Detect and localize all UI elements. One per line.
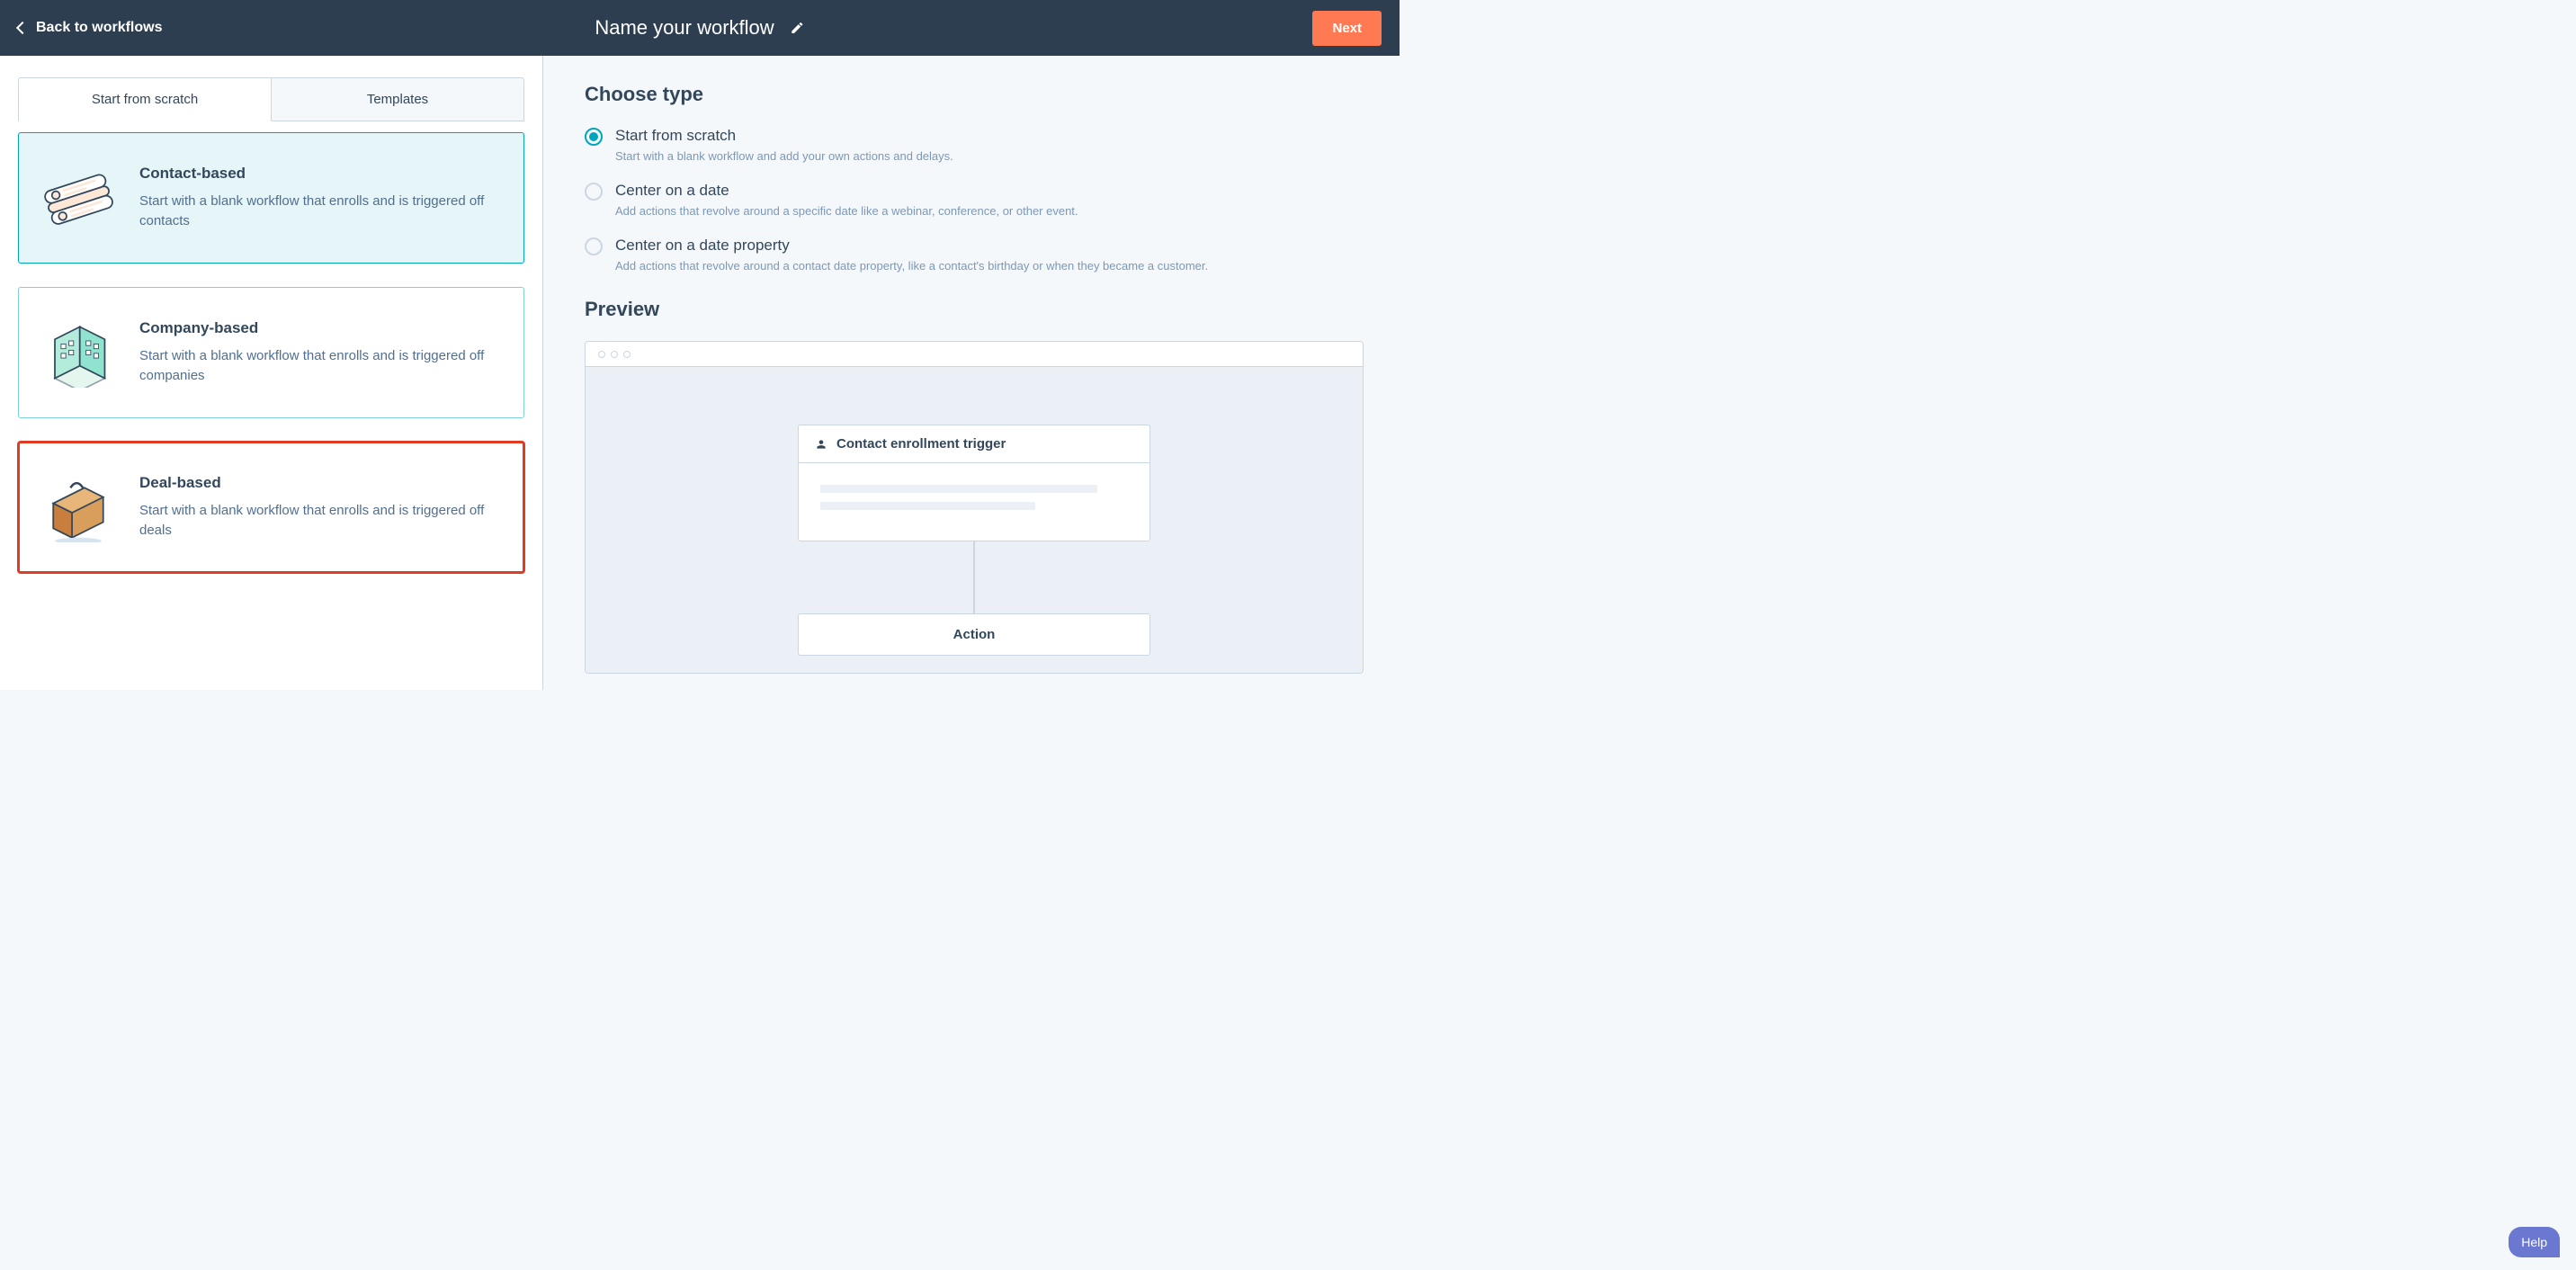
radio-center-on-date[interactable]: Center on a date Add actions that revolv… (585, 181, 1364, 218)
back-to-workflows-link[interactable]: Back to workflows (18, 20, 162, 36)
preview-heading: Preview (585, 298, 1364, 321)
trigger-label: Contact enrollment trigger (836, 436, 1006, 452)
radio-desc: Add actions that revolve around a specif… (615, 204, 1078, 218)
radio-icon (585, 183, 603, 201)
tab-start-from-scratch[interactable]: Start from scratch (18, 77, 272, 121)
radio-start-from-scratch[interactable]: Start from scratch Start with a blank wo… (585, 126, 1364, 163)
workflow-title-wrap: Name your workflow (595, 16, 804, 40)
preview-window-header (586, 342, 1363, 367)
placeholder-line (820, 485, 1097, 493)
type-radio-group: Start from scratch Start with a blank wo… (585, 126, 1364, 273)
card-title: Company-based (139, 319, 504, 337)
radio-label: Start from scratch (615, 126, 953, 146)
radio-icon (585, 128, 603, 146)
workflow-trigger-box: Contact enrollment trigger (798, 425, 1150, 541)
card-desc: Start with a blank workflow that enrolls… (139, 501, 504, 541)
card-deal-based[interactable]: Deal-based Start with a blank workflow t… (18, 442, 524, 573)
top-bar: Back to workflows Name your workflow Nex… (0, 0, 1400, 56)
contact-icon (39, 158, 118, 237)
workflow-title: Name your workflow (595, 16, 774, 40)
pencil-icon[interactable] (791, 21, 805, 35)
radio-label: Center on a date property (615, 236, 1208, 255)
card-desc: Start with a blank workflow that enrolls… (139, 192, 504, 232)
radio-icon (585, 237, 603, 255)
action-label: Action (953, 627, 996, 642)
person-icon (815, 438, 827, 451)
radio-label: Center on a date (615, 181, 1078, 201)
company-icon (39, 313, 118, 392)
tabs: Start from scratch Templates (18, 77, 524, 121)
help-button[interactable]: Help (2509, 1227, 2560, 1257)
next-button[interactable]: Next (1312, 11, 1382, 46)
workflow-action-box: Action (798, 613, 1150, 656)
card-title: Contact-based (139, 165, 504, 183)
connector-line (973, 541, 975, 613)
tab-templates[interactable]: Templates (272, 77, 524, 121)
card-title: Deal-based (139, 474, 504, 492)
radio-desc: Start with a blank workflow and add your… (615, 149, 953, 163)
window-dot-icon (598, 351, 605, 358)
back-label: Back to workflows (36, 20, 162, 36)
deal-icon (39, 468, 118, 547)
radio-desc: Add actions that revolve around a contac… (615, 259, 1208, 273)
left-panel: Start from scratch Templates (0, 56, 543, 690)
placeholder-line (820, 502, 1035, 510)
card-contact-based[interactable]: Contact-based Start with a blank workflo… (18, 132, 524, 264)
card-company-based[interactable]: Company-based Start with a blank workflo… (18, 287, 524, 418)
radio-center-on-date-property[interactable]: Center on a date property Add actions th… (585, 236, 1364, 273)
window-dot-icon (611, 351, 618, 358)
chevron-left-icon (16, 22, 29, 34)
choose-type-heading: Choose type (585, 83, 1364, 106)
right-panel: Choose type Start from scratch Start wit… (543, 56, 1400, 690)
card-desc: Start with a blank workflow that enrolls… (139, 346, 504, 387)
preview-body: Contact enrollment trigger Action (586, 367, 1363, 673)
window-dot-icon (623, 351, 631, 358)
preview-box: Contact enrollment trigger Action (585, 341, 1364, 674)
